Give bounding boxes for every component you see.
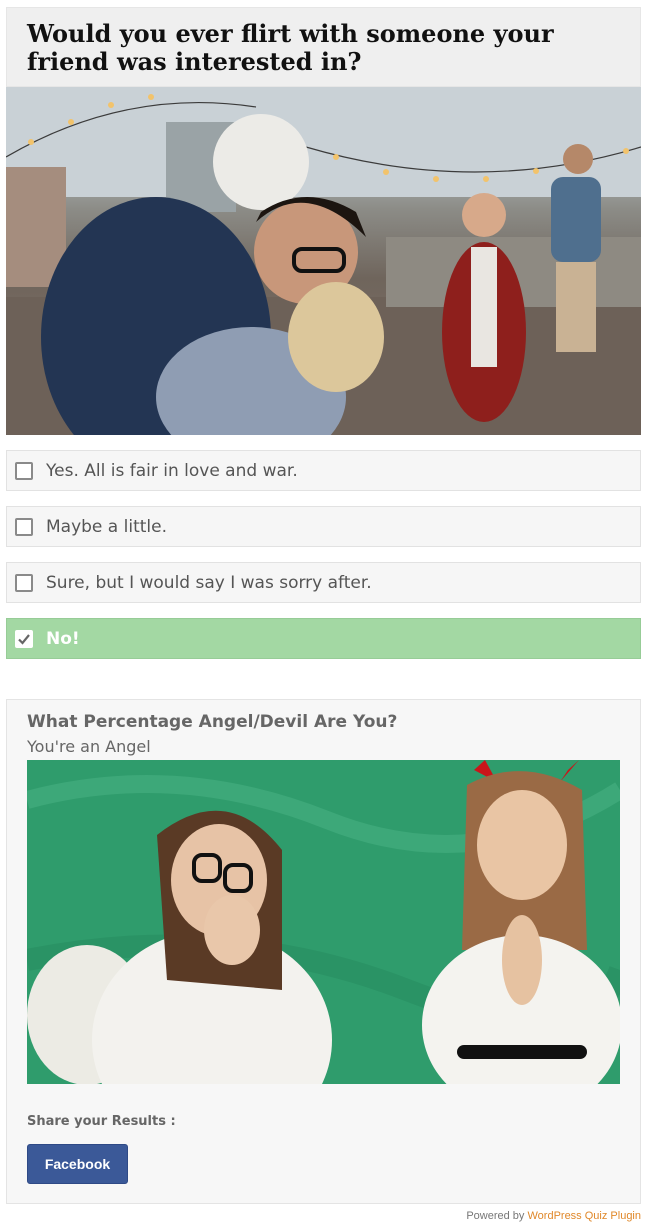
answer-option[interactable]: Sure, but I would say I was sorry after. [6, 562, 641, 603]
check-icon [18, 633, 30, 645]
answer-label: No! [46, 628, 80, 649]
answer-list: Yes. All is fair in love and war. Maybe … [6, 450, 641, 674]
checkbox[interactable] [15, 461, 33, 480]
question-block: Would you ever flirt with someone your f… [6, 7, 641, 435]
answer-label: Yes. All is fair in love and war. [46, 460, 298, 481]
question-photo [6, 87, 641, 435]
angel-devil-illustration [27, 760, 620, 1084]
powered-by: Powered by WordPress Quiz Plugin [466, 1210, 641, 1222]
checkbox[interactable] [15, 517, 33, 536]
answer-label: Maybe a little. [46, 516, 167, 537]
facebook-share-button[interactable]: Facebook [27, 1144, 128, 1184]
question-header: Would you ever flirt with someone your f… [6, 7, 641, 87]
checkbox[interactable] [15, 573, 33, 592]
answer-option-selected[interactable]: No! [6, 618, 641, 659]
checkbox-checked[interactable] [15, 629, 33, 648]
result-quiz-title: What Percentage Angel/Devil Are You? [27, 712, 398, 732]
question-title: Would you ever flirt with someone your f… [27, 19, 554, 76]
result-photo [27, 760, 620, 1084]
answer-option[interactable]: Maybe a little. [6, 506, 641, 547]
result-card: What Percentage Angel/Devil Are You? You… [6, 699, 641, 1204]
result-outcome: You're an Angel [27, 737, 151, 756]
party-rooftop-illustration [6, 87, 641, 435]
powered-prefix: Powered by [466, 1210, 525, 1222]
plugin-link[interactable]: WordPress Quiz Plugin [527, 1210, 641, 1222]
answer-option[interactable]: Yes. All is fair in love and war. [6, 450, 641, 491]
answer-label: Sure, but I would say I was sorry after. [46, 572, 372, 593]
share-label: Share your Results : [27, 1114, 176, 1129]
